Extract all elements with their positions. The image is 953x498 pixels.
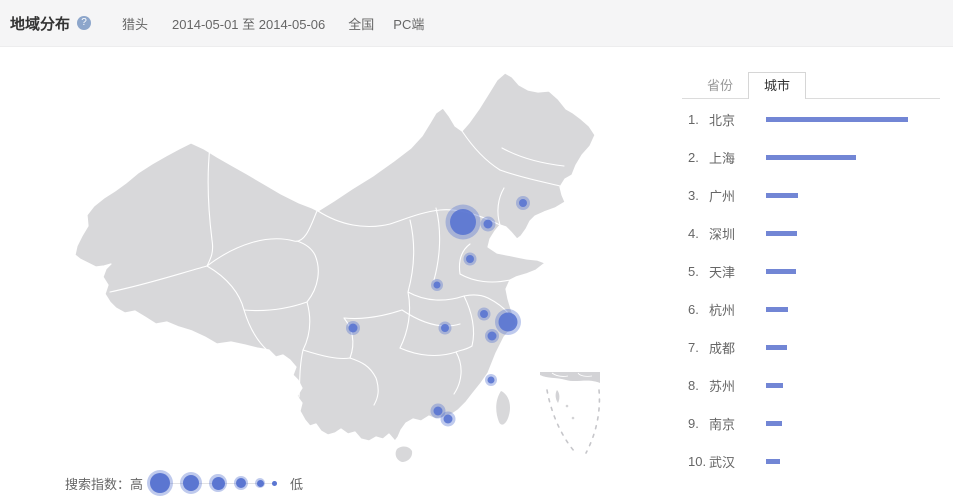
index-bar[interactable]: [766, 193, 798, 198]
index-bar[interactable]: [766, 345, 787, 350]
tab-province[interactable]: 省份: [692, 73, 748, 98]
map-bubble-beijing[interactable]: [446, 205, 481, 240]
help-icon[interactable]: ?: [77, 16, 91, 30]
platform-label: PC端: [393, 14, 424, 33]
rank-number: 1.: [688, 112, 709, 127]
legend-circle-core: [272, 481, 277, 486]
panel-tabs: 省份 城市: [682, 72, 940, 99]
map-bubble-tianjin[interactable]: [481, 217, 496, 232]
map-bubble-shenyang[interactable]: [516, 196, 530, 210]
index-bar[interactable]: [766, 421, 782, 426]
legend-circle-core: [212, 477, 225, 490]
legend-circle: [234, 476, 248, 490]
china-mainland: [75, 73, 595, 441]
rank-number: 3.: [688, 188, 709, 203]
rank-number: 4.: [688, 226, 709, 241]
map-bubble-wuhan[interactable]: [439, 322, 452, 335]
city-ranking-list: 1.北京2.上海3.广州4.深圳5.天津6.杭州7.成都8.苏州9.南京10.武…: [682, 100, 942, 480]
south-china-sea-inset: [540, 372, 600, 453]
legend-label-low: 低: [290, 474, 303, 493]
map-bubble-jinan[interactable]: [464, 253, 477, 266]
tab-city[interactable]: 城市: [748, 72, 806, 99]
city-name: 杭州: [709, 300, 766, 319]
index-bar[interactable]: [766, 269, 796, 274]
index-bar[interactable]: [766, 117, 908, 122]
map-bubble-hangzhou[interactable]: [485, 329, 499, 343]
rank-number: 9.: [688, 416, 709, 431]
china-bubble-map[interactable]: [60, 60, 660, 480]
ranking-row[interactable]: 9.南京: [682, 404, 942, 442]
map-bubble-xiamen[interactable]: [485, 374, 497, 386]
ranking-row[interactable]: 6.杭州: [682, 290, 942, 328]
rank-number: 5.: [688, 264, 709, 279]
ranking-row[interactable]: 10.武汉: [682, 442, 942, 480]
legend-label-high: 搜索指数：高: [65, 474, 143, 493]
date-range-label: 2014-05-01 至 2014-05-06: [172, 14, 325, 33]
ranking-row[interactable]: 1.北京: [682, 100, 942, 138]
hainan-island: [396, 447, 413, 462]
index-bar[interactable]: [766, 459, 780, 464]
map-bubble-chengdu[interactable]: [346, 321, 360, 335]
index-bar[interactable]: [766, 231, 797, 236]
taiwan-island: [496, 391, 510, 425]
city-name: 深圳: [709, 224, 766, 243]
index-bar[interactable]: [766, 307, 788, 312]
legend-circle: [147, 470, 173, 496]
china-map-svg: [60, 60, 660, 480]
city-name: 成都: [709, 338, 766, 357]
legend-circles: [147, 470, 284, 496]
city-name: 广州: [709, 186, 766, 205]
region-label: 全国: [348, 14, 374, 33]
map-bubble-shanghai[interactable]: [495, 309, 521, 335]
ranking-row[interactable]: 4.深圳: [682, 214, 942, 252]
rank-number: 7.: [688, 340, 709, 355]
city-name: 苏州: [709, 376, 766, 395]
rank-number: 2.: [688, 150, 709, 165]
city-name: 天津: [709, 262, 766, 281]
rank-number: 10.: [688, 454, 709, 469]
keyword-label: 猎头: [122, 14, 148, 33]
legend-circle: [272, 481, 277, 486]
legend-circle-core: [150, 473, 170, 493]
index-bar[interactable]: [766, 155, 856, 160]
ranking-row[interactable]: 5.天津: [682, 252, 942, 290]
legend-circle: [255, 478, 265, 488]
city-name: 北京: [709, 110, 766, 129]
legend-circle: [180, 472, 202, 494]
header-bar: 地域分布 ? 猎头 2014-05-01 至 2014-05-06 全国 PC端: [0, 0, 953, 47]
page-title: 地域分布: [10, 13, 70, 34]
map-bubble-nanjing[interactable]: [478, 308, 491, 321]
legend-circle-core: [183, 475, 199, 491]
map-legend: 搜索指数：高 低: [65, 468, 303, 498]
ranking-row[interactable]: 3.广州: [682, 176, 942, 214]
rank-number: 6.: [688, 302, 709, 317]
city-name: 南京: [709, 414, 766, 433]
city-name: 武汉: [709, 452, 766, 471]
index-bar[interactable]: [766, 383, 783, 388]
legend-circle-core: [257, 480, 264, 487]
legend-circle: [209, 474, 227, 492]
ranking-row[interactable]: 8.苏州: [682, 366, 942, 404]
map-bubble-zhengzhou[interactable]: [431, 279, 443, 291]
rank-number: 8.: [688, 378, 709, 393]
legend-circle-core: [236, 478, 246, 488]
ranking-row[interactable]: 2.上海: [682, 138, 942, 176]
city-name: 上海: [709, 148, 766, 167]
ranking-row[interactable]: 7.成都: [682, 328, 942, 366]
map-bubble-shenzhen[interactable]: [441, 412, 456, 427]
